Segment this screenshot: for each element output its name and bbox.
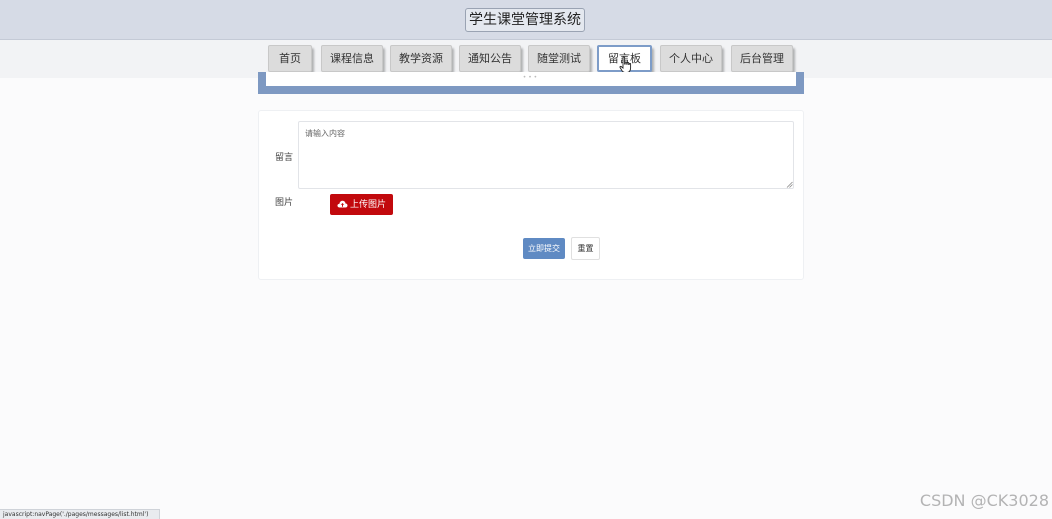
upload-button-label: 上传图片: [349, 199, 386, 209]
image-label: 图片: [275, 198, 294, 208]
site-title: 学生课堂管理系统: [465, 8, 585, 32]
message-textarea[interactable]: [298, 121, 794, 189]
upload-image-button[interactable]: 上传图片: [330, 194, 393, 215]
nav-item-personal-center[interactable]: 个人中心: [660, 45, 722, 72]
resize-handle-icon[interactable]: [786, 181, 793, 188]
nav-item-admin[interactable]: 后台管理: [731, 45, 793, 72]
message-label: 留言: [275, 153, 294, 163]
header-bar: 学生课堂管理系统: [0, 0, 1052, 40]
carousel-indicator: • • •: [522, 74, 538, 81]
watermark: CSDN @CK3028: [919, 491, 1049, 510]
nav-item-notices[interactable]: 通知公告: [459, 45, 521, 72]
submit-button[interactable]: 立即提交: [523, 238, 565, 259]
nav-item-course-info[interactable]: 课程信息: [321, 45, 383, 72]
browser-status-bar: javascript:navPage('./pages/messages/lis…: [0, 509, 160, 519]
nav-item-home[interactable]: 首页: [268, 45, 312, 72]
nav-item-teaching-resources[interactable]: 教学资源: [390, 45, 452, 72]
nav-item-quizzes[interactable]: 随堂测试: [528, 45, 590, 72]
cloud-upload-icon: [337, 200, 348, 208]
reset-button[interactable]: 重置: [571, 237, 600, 260]
